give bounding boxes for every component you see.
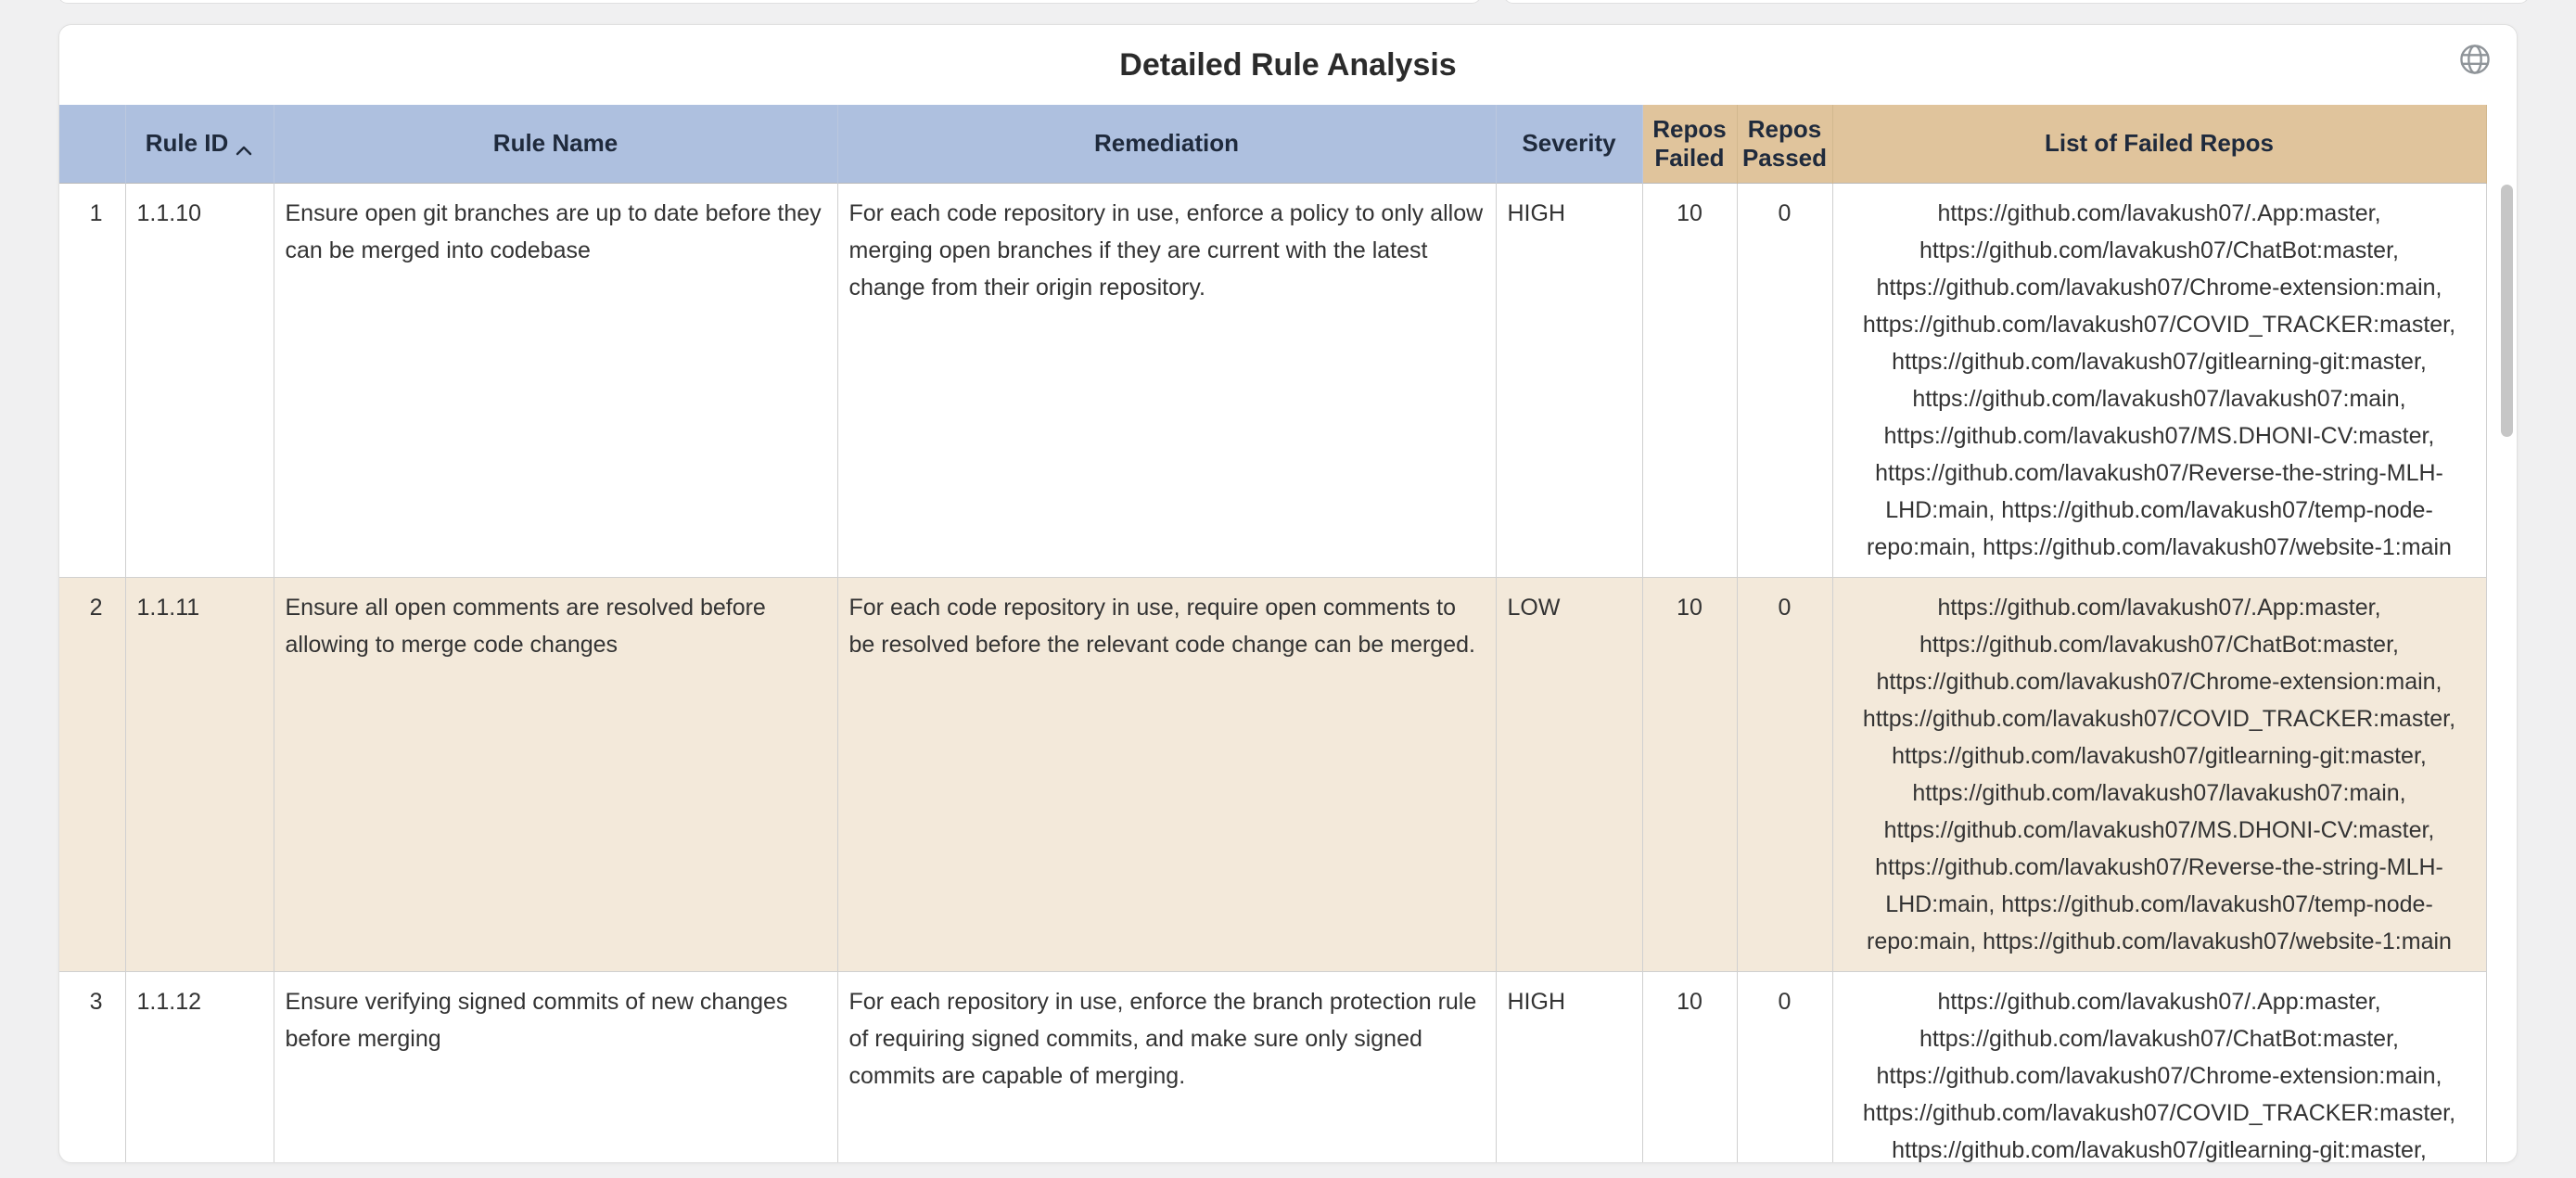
cell-remediation: For each code repository in use, enforce… xyxy=(837,183,1496,577)
cell-index: 1 xyxy=(59,183,125,577)
table-body: 1 1.1.10 Ensure open git branches are up… xyxy=(59,183,2486,1163)
top-card-right-edge xyxy=(1503,0,2530,4)
header-severity[interactable]: Severity xyxy=(1496,105,1642,183)
cell-severity: HIGH xyxy=(1496,183,1642,577)
vertical-scrollbar-thumb[interactable] xyxy=(2501,185,2513,437)
top-card-left-edge xyxy=(57,0,1482,4)
cell-repos-failed: 10 xyxy=(1642,577,1737,971)
cell-index: 3 xyxy=(59,971,125,1163)
rule-analysis-table: Rule ID Rule Name Remediation Severity R… xyxy=(59,105,2487,1163)
header-index xyxy=(59,105,125,183)
cell-remediation: For each repository in use, enforce the … xyxy=(837,971,1496,1163)
header-rule-id[interactable]: Rule ID xyxy=(125,105,274,183)
cell-repos-failed: 10 xyxy=(1642,183,1737,577)
cell-repos-failed: 10 xyxy=(1642,971,1737,1163)
cell-rule-id: 1.1.11 xyxy=(125,577,274,971)
cell-repos-passed: 0 xyxy=(1737,183,1832,577)
header-failed-repos[interactable]: List of Failed Repos xyxy=(1832,105,2486,183)
cell-rule-name: Ensure open git branches are up to date … xyxy=(274,183,837,577)
cell-failed-repos: https://github.com/lavakush07/.App:maste… xyxy=(1832,577,2486,971)
cell-index: 2 xyxy=(59,577,125,971)
page-title: Detailed Rule Analysis xyxy=(1119,47,1456,83)
cell-rule-name: Ensure verifying signed commits of new c… xyxy=(274,971,837,1163)
cell-failed-repos: https://github.com/lavakush07/.App:maste… xyxy=(1832,183,2486,577)
cell-severity: HIGH xyxy=(1496,971,1642,1163)
globe-icon[interactable] xyxy=(2457,42,2493,77)
detailed-rule-analysis-card: Detailed Rule Analysis xyxy=(58,24,2518,1163)
cell-rule-name: Ensure all open comments are resolved be… xyxy=(274,577,837,971)
cell-repos-passed: 0 xyxy=(1737,971,1832,1163)
cell-failed-repos: https://github.com/lavakush07/.App:maste… xyxy=(1832,971,2486,1163)
cell-remediation: For each code repository in use, require… xyxy=(837,577,1496,971)
table-header-row: Rule ID Rule Name Remediation Severity R… xyxy=(59,105,2486,183)
table-row: 1 1.1.10 Ensure open git branches are up… xyxy=(59,183,2486,577)
cell-severity: LOW xyxy=(1496,577,1642,971)
table-row: 3 1.1.12 Ensure verifying signed commits… xyxy=(59,971,2486,1163)
header-remediation[interactable]: Remediation xyxy=(837,105,1496,183)
table-head: Rule ID Rule Name Remediation Severity R… xyxy=(59,105,2486,183)
header-repos-failed[interactable]: Repos Failed xyxy=(1642,105,1737,183)
header-repos-passed[interactable]: Repos Passed xyxy=(1737,105,1832,183)
header-rule-id-label: Rule ID xyxy=(146,129,229,158)
cell-rule-id: 1.1.10 xyxy=(125,183,274,577)
header-rule-name[interactable]: Rule Name xyxy=(274,105,837,183)
cell-repos-passed: 0 xyxy=(1737,577,1832,971)
card-header: Detailed Rule Analysis xyxy=(59,25,2517,105)
cell-rule-id: 1.1.12 xyxy=(125,971,274,1163)
chevron-up-icon xyxy=(235,136,253,151)
table-row: 2 1.1.11 Ensure all open comments are re… xyxy=(59,577,2486,971)
